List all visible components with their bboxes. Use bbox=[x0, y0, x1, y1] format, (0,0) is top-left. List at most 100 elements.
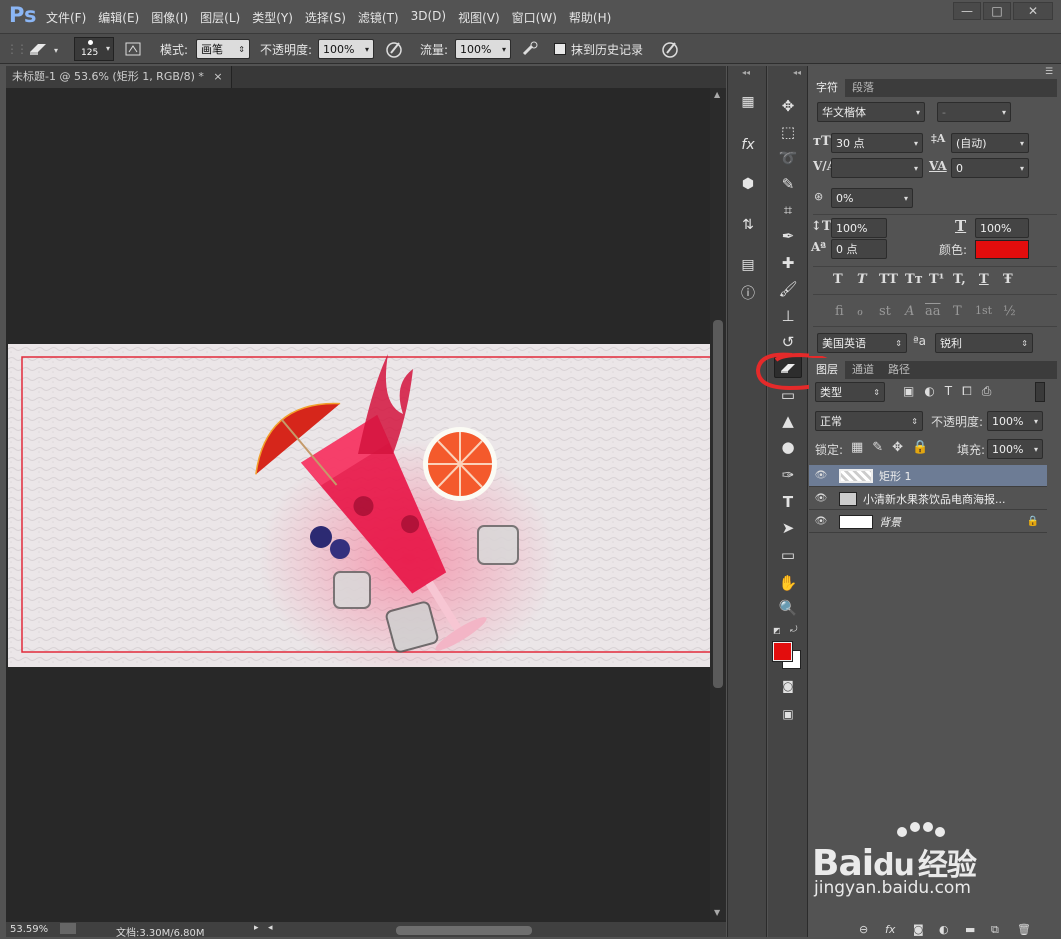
titling-button[interactable]: aa bbox=[925, 304, 941, 319]
faux-bold-button[interactable]: T bbox=[833, 272, 843, 287]
underline-button[interactable]: T bbox=[979, 272, 989, 287]
kerning-field[interactable]: ▾ bbox=[831, 158, 923, 178]
visibility-eye-icon[interactable]: 👁 bbox=[809, 493, 833, 504]
tsume-field[interactable]: 0% ▾ bbox=[831, 188, 913, 208]
swash-button[interactable]: A bbox=[905, 304, 914, 319]
vertical-scale-field[interactable]: 100% bbox=[831, 218, 887, 238]
zoom-level[interactable]: 53.59% bbox=[10, 924, 48, 935]
quick-select-tool-icon[interactable]: ✎ bbox=[774, 173, 802, 195]
layer-style-fx-icon[interactable]: fx bbox=[885, 923, 895, 936]
menu-layer[interactable]: 图层(L) bbox=[200, 9, 240, 26]
fractions-button[interactable]: ½ bbox=[1003, 304, 1016, 319]
scroll-left-icon[interactable]: ◂ bbox=[268, 923, 273, 933]
faux-italic-button[interactable]: T bbox=[857, 272, 867, 287]
font-size-field[interactable]: 30 点 ▾ bbox=[831, 133, 923, 153]
erase-history-option[interactable]: 抹到历史记录 bbox=[554, 34, 643, 64]
styles-fx-icon[interactable]: fx bbox=[736, 134, 760, 156]
close-window-button[interactable]: ✕ bbox=[1013, 2, 1053, 20]
swap-colors-icon[interactable]: ⤾ bbox=[790, 625, 798, 635]
move-tool-icon[interactable]: ✥ bbox=[774, 95, 802, 117]
new-group-icon[interactable]: ▬ bbox=[965, 923, 975, 936]
font-style-select[interactable]: - ▾ bbox=[937, 102, 1011, 122]
font-family-select[interactable]: 华文楷体 ▾ bbox=[817, 102, 925, 122]
canvas[interactable] bbox=[8, 344, 710, 667]
tab-paragraph[interactable]: 段落 bbox=[845, 79, 881, 97]
leading-field[interactable]: (自动) ▾ bbox=[951, 133, 1029, 153]
brush-tool-icon[interactable]: 🖌 bbox=[774, 278, 802, 300]
status-info-icon[interactable] bbox=[60, 923, 76, 934]
baseline-shift-field[interactable]: 0 点 bbox=[831, 239, 887, 259]
tool-preset-picker[interactable]: ▾ bbox=[24, 34, 62, 64]
info-icon[interactable]: ⓘ bbox=[736, 283, 760, 305]
pressure-size-toggle[interactable] bbox=[660, 34, 680, 64]
text-color-swatch[interactable] bbox=[975, 240, 1029, 259]
document-tab[interactable]: 未标题-1 @ 53.6% (矩形 1, RGB/8) * × bbox=[6, 66, 232, 88]
layer-opacity-field[interactable]: 100% ▾ bbox=[987, 411, 1043, 431]
small-caps-button[interactable]: Tт bbox=[905, 272, 923, 287]
ornaments-button[interactable]: T bbox=[953, 304, 962, 319]
status-menu-arrow-icon[interactable]: ▸ bbox=[254, 923, 259, 933]
layer-row[interactable]: 👁 背景 🔒 bbox=[809, 511, 1047, 533]
crop-tool-icon[interactable]: ⌗ bbox=[774, 199, 802, 221]
menu-filter[interactable]: 滤镜(T) bbox=[358, 9, 399, 26]
foreground-color-swatch[interactable] bbox=[772, 641, 793, 662]
menu-type[interactable]: 类型(Y) bbox=[252, 9, 293, 26]
old-style-button[interactable]: ℴ bbox=[857, 304, 863, 319]
close-tab-icon[interactable]: × bbox=[213, 70, 222, 83]
airbrush-toggle[interactable] bbox=[520, 34, 540, 64]
brush-size-picker[interactable]: 125 ▾ bbox=[74, 34, 114, 64]
language-select[interactable]: 美国英语 ⇕ bbox=[817, 333, 907, 353]
maximize-button[interactable]: □ bbox=[983, 2, 1011, 20]
collapse-icon[interactable]: ◂◂ bbox=[793, 68, 801, 77]
path-select-tool-icon[interactable]: ➤ bbox=[774, 517, 802, 539]
visibility-eye-icon[interactable]: 👁 bbox=[809, 516, 833, 527]
link-layers-icon[interactable]: ⊖ bbox=[859, 923, 868, 936]
3d-cube-icon[interactable]: ⬢ bbox=[736, 173, 760, 195]
adjustments-icon[interactable]: ⇅ bbox=[736, 214, 760, 236]
pressure-opacity-toggle[interactable] bbox=[384, 34, 404, 64]
menu-edit[interactable]: 编辑(E) bbox=[98, 9, 139, 26]
tab-layers[interactable]: 图层 bbox=[809, 361, 845, 379]
brush-panel-toggle[interactable] bbox=[124, 34, 142, 64]
delete-layer-icon[interactable]: 🗑 bbox=[1017, 923, 1031, 936]
antialias-select[interactable]: 锐利 ⇕ bbox=[935, 333, 1033, 353]
blur-tool-icon[interactable]: ▲ bbox=[774, 410, 802, 432]
lasso-tool-icon[interactable]: ➰ bbox=[774, 147, 802, 169]
scroll-down-icon[interactable]: ▼ bbox=[714, 908, 720, 917]
dodge-tool-icon[interactable]: ● bbox=[774, 436, 802, 458]
pen-tool-icon[interactable]: ✑ bbox=[774, 464, 802, 486]
horizontal-scroll-thumb[interactable] bbox=[396, 926, 532, 935]
default-colors-icon[interactable]: ◩ bbox=[773, 626, 781, 635]
ligature-button[interactable]: fi bbox=[835, 304, 844, 319]
panel-menu-icon[interactable]: ☰ bbox=[1045, 67, 1053, 77]
quick-mask-icon[interactable]: ◙ bbox=[774, 675, 802, 697]
layer-row[interactable]: 👁 矩形 1 bbox=[809, 465, 1047, 487]
layer-row[interactable]: 👁 小清新水果茶饮品电商海报... bbox=[809, 488, 1047, 510]
lock-options-icons[interactable]: ▦✎✥🔒 bbox=[851, 440, 937, 455]
superscript-button[interactable]: T¹ bbox=[929, 272, 944, 287]
tab-character[interactable]: 字符 bbox=[809, 79, 845, 97]
collapse-icon[interactable]: ◂◂ bbox=[742, 68, 750, 77]
properties-icon[interactable]: ▤ bbox=[736, 254, 760, 276]
all-caps-button[interactable]: TT bbox=[879, 272, 898, 287]
visibility-eye-icon[interactable]: 👁 bbox=[809, 470, 833, 481]
eyedropper-tool-icon[interactable]: ✒ bbox=[774, 225, 802, 247]
healing-brush-tool-icon[interactable]: ✚ bbox=[774, 252, 802, 274]
minimize-button[interactable]: — bbox=[953, 2, 981, 20]
navigator-icon[interactable]: ▦ bbox=[736, 91, 760, 113]
tab-paths[interactable]: 路径 bbox=[881, 361, 917, 379]
ordinals-button[interactable]: 1st bbox=[975, 304, 992, 317]
menu-select[interactable]: 选择(S) bbox=[305, 9, 346, 26]
stylistic-alt-button[interactable]: st bbox=[879, 304, 891, 319]
layer-mask-icon[interactable]: ◙ bbox=[913, 923, 924, 936]
stamp-tool-icon[interactable]: ⊥ bbox=[774, 305, 802, 327]
opacity-field[interactable]: 100% ▾ bbox=[318, 39, 374, 59]
menu-image[interactable]: 图像(I) bbox=[151, 9, 188, 26]
layer-filter-select[interactable]: 类型 ⇕ bbox=[815, 382, 885, 402]
filter-toggle[interactable] bbox=[1035, 382, 1045, 402]
screen-mode-icon[interactable]: ▣ bbox=[774, 703, 802, 725]
menu-file[interactable]: 文件(F) bbox=[46, 9, 86, 26]
tracking-field[interactable]: 0 ▾ bbox=[951, 158, 1029, 178]
scroll-up-icon[interactable]: ▲ bbox=[714, 90, 720, 99]
new-layer-icon[interactable]: ⧉ bbox=[991, 923, 999, 937]
